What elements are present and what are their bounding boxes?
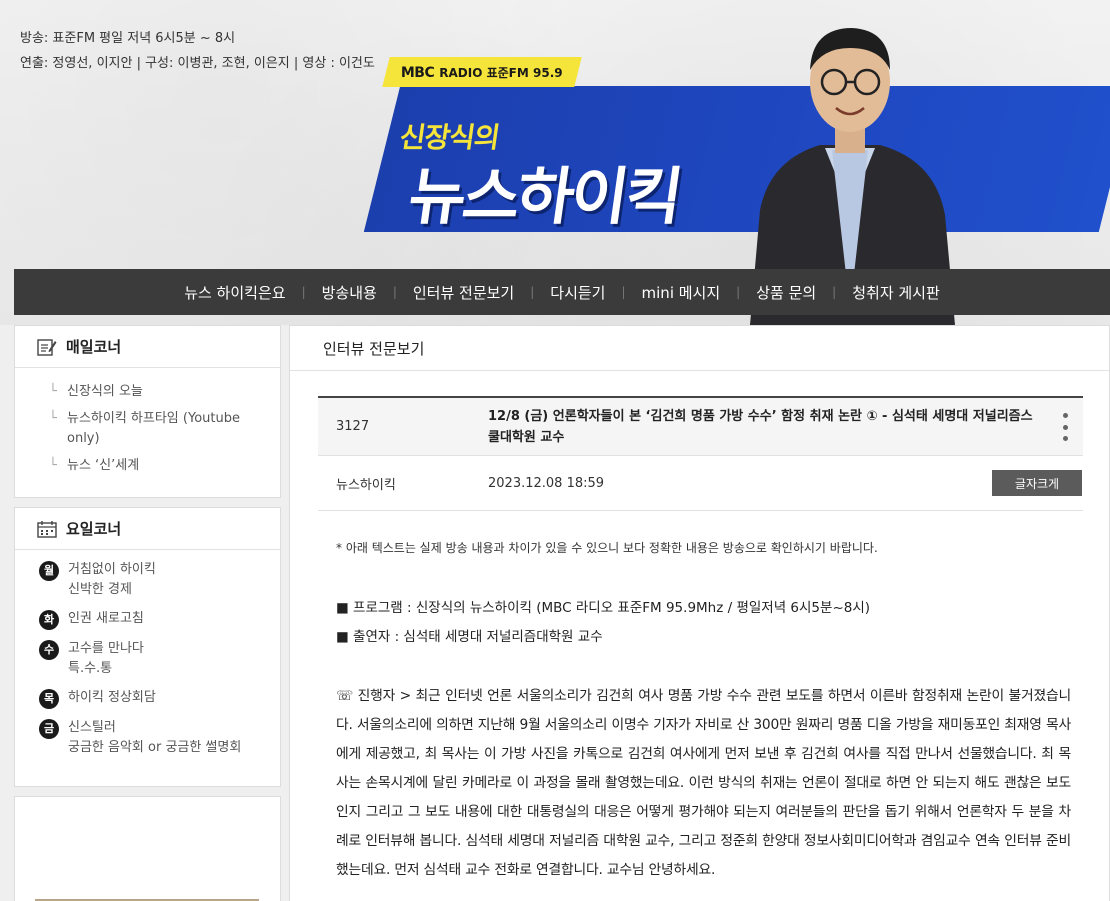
post-title-row: 3127 12/8 (금) 언론학자들이 본 ‘김건희 명품 가방 수수’ 함정… bbox=[318, 398, 1083, 456]
nav-listener-board[interactable]: 청취자 게시판 bbox=[836, 282, 956, 303]
staff-info: 연출: 정영선, 이지안 | 구성: 이병관, 조현, 이은지 | 영상 : 이… bbox=[20, 56, 375, 71]
post-author: 뉴스하이킥 bbox=[336, 477, 396, 493]
disclaimer-notice: * 아래 텍스트는 실제 방송 내용과 차이가 있을 수 있으니 보다 정확한 … bbox=[336, 541, 878, 555]
day-badge-friday: 금 bbox=[39, 719, 59, 739]
sidebar-banner-box bbox=[14, 796, 281, 901]
edit-note-icon bbox=[37, 338, 57, 356]
daily-corner-list: └ 신장식의 오늘 └ 뉴스하이킥 하프타임 (Youtube only) └ 뉴스 … bbox=[15, 368, 280, 493]
post-meta-row: 뉴스하이킥 2023.12.08 18:59 글자크게 bbox=[318, 456, 1083, 511]
weekly-item-label: 고수를 만나다 bbox=[68, 641, 144, 656]
list-bullet: └ bbox=[49, 411, 57, 426]
weekly-item-label: 특.수.통 bbox=[68, 661, 113, 676]
broadcast-info: 방송: 표준FM 평일 저녁 6시5분 ~ 8시 bbox=[20, 31, 236, 46]
nav-about[interactable]: 뉴스 하이킥은요 bbox=[168, 282, 301, 303]
weekly-item-label: 인권 새로고침 bbox=[68, 611, 144, 626]
weekly-item-thursday[interactable]: 목 하이킥 정상회담 bbox=[15, 688, 280, 718]
transcript-paragraph: ☏ 진행자 > 최근 인터넷 언론 서울의소리가 김건희 여사 명품 가방 수수… bbox=[336, 688, 1071, 878]
mbc-radio-logo: MBC RADIO 표준FM 95.9 bbox=[382, 57, 582, 87]
weekly-corner-box: 요일코너 월 거침없이 하이킥신박한 경제 화 인권 새로고침 수 고수를 만나… bbox=[14, 507, 281, 787]
day-badge-tuesday: 화 bbox=[39, 610, 59, 630]
nav-broadcast-content[interactable]: 방송내용 bbox=[306, 282, 393, 303]
daily-item-label: 뉴스하이킥 하프타임 (Youtube only) bbox=[67, 411, 240, 446]
calendar-icon bbox=[37, 520, 57, 538]
nav-replay[interactable]: 다시듣기 bbox=[534, 282, 621, 303]
list-bullet: └ bbox=[49, 384, 57, 399]
weekly-item-label: 거침없이 하이킥 bbox=[68, 562, 156, 577]
list-bullet: └ bbox=[49, 458, 57, 473]
more-options-icon[interactable] bbox=[1061, 413, 1069, 441]
nav-interview-transcripts[interactable]: 인터뷰 전문보기 bbox=[397, 282, 530, 303]
weekly-corner-header: 요일코너 bbox=[15, 508, 280, 550]
program-info: ■ 프로그램 : 신장식의 뉴스하이킥 (MBC 라디오 표준FM 95.9Mh… bbox=[336, 594, 1071, 652]
day-badge-thursday: 목 bbox=[39, 689, 59, 709]
post-title: 12/8 (금) 언론학자들이 본 ‘김건희 명품 가방 수수’ 함정 취재 논… bbox=[488, 408, 1033, 445]
enlarge-font-button[interactable]: 글자크게 bbox=[992, 470, 1082, 496]
post-number: 3127 bbox=[336, 419, 370, 434]
post-header: 3127 12/8 (금) 언론학자들이 본 ‘김건희 명품 가방 수수’ 함정… bbox=[318, 396, 1083, 511]
guest-line: ■ 출연자 : 심석태 세명대 저널리즘대학원 교수 bbox=[336, 629, 603, 645]
weekly-item-label: 신스틸러 bbox=[68, 720, 116, 735]
post-body: * 아래 텍스트는 실제 방송 내용과 차이가 있을 수 있으니 보다 정확한 … bbox=[336, 539, 1071, 885]
daily-item-label: 뉴스 ‘신’세계 bbox=[67, 458, 140, 473]
weekly-item-tuesday[interactable]: 화 인권 새로고침 bbox=[15, 609, 280, 639]
post-date: 2023.12.08 18:59 bbox=[488, 475, 605, 491]
weekly-item-friday[interactable]: 금 신스틸러궁금한 음악회 or 궁금한 썰명회 bbox=[15, 718, 280, 767]
nav-product-inquiry[interactable]: 상품 문의 bbox=[740, 282, 832, 303]
main-nav: 뉴스 하이킥은요 | 방송내용 | 인터뷰 전문보기 | 다시듣기 | mini… bbox=[14, 269, 1110, 315]
nav-mini-message[interactable]: mini 메시지 bbox=[626, 282, 737, 303]
radio-logo-text: RADIO 표준FM 95.9 bbox=[439, 65, 563, 80]
page-title: 인터뷰 전문보기 bbox=[290, 326, 1109, 371]
weekly-corner-list: 월 거침없이 하이킥신박한 경제 화 인권 새로고침 수 고수를 만나다특.수.… bbox=[15, 550, 280, 775]
daily-corner-title: 매일코너 bbox=[66, 338, 122, 356]
main-content: 인터뷰 전문보기 3127 12/8 (금) 언론학자들이 본 ‘김건희 명품 … bbox=[289, 325, 1110, 901]
weekly-item-monday[interactable]: 월 거침없이 하이킥신박한 경제 bbox=[15, 560, 280, 609]
weekly-item-label: 하이킥 정상회담 bbox=[68, 690, 156, 705]
daily-item-halftime[interactable]: └ 뉴스하이킥 하프타임 (Youtube only) bbox=[15, 409, 280, 456]
mbc-logo-text: MBC bbox=[401, 64, 435, 81]
daily-item-label: 신장식의 오늘 bbox=[67, 384, 143, 399]
weekly-item-label: 신박한 경제 bbox=[68, 582, 132, 597]
program-credits: 방송: 표준FM 평일 저녁 6시5분 ~ 8시 연출: 정영선, 이지안 | … bbox=[20, 26, 375, 76]
day-badge-monday: 월 bbox=[39, 561, 59, 581]
show-title-main: 뉴스하이킥 bbox=[404, 160, 685, 233]
program-line: ■ 프로그램 : 신장식의 뉴스하이킥 (MBC 라디오 표준FM 95.9Mh… bbox=[336, 600, 871, 616]
daily-item-today[interactable]: └ 신장식의 오늘 bbox=[15, 382, 280, 409]
weekly-item-wednesday[interactable]: 수 고수를 만나다특.수.통 bbox=[15, 639, 280, 688]
daily-corner-box: 매일코너 └ 신장식의 오늘 └ 뉴스하이킥 하프타임 (Youtube only)… bbox=[14, 325, 281, 498]
weekly-item-label: 궁금한 음악회 or 궁금한 썰명회 bbox=[68, 740, 242, 755]
daily-item-news-world[interactable]: └ 뉴스 ‘신’세계 bbox=[15, 456, 280, 483]
daily-corner-header: 매일코너 bbox=[15, 326, 280, 368]
weekly-corner-title: 요일코너 bbox=[66, 520, 122, 538]
day-badge-wednesday: 수 bbox=[39, 640, 59, 660]
